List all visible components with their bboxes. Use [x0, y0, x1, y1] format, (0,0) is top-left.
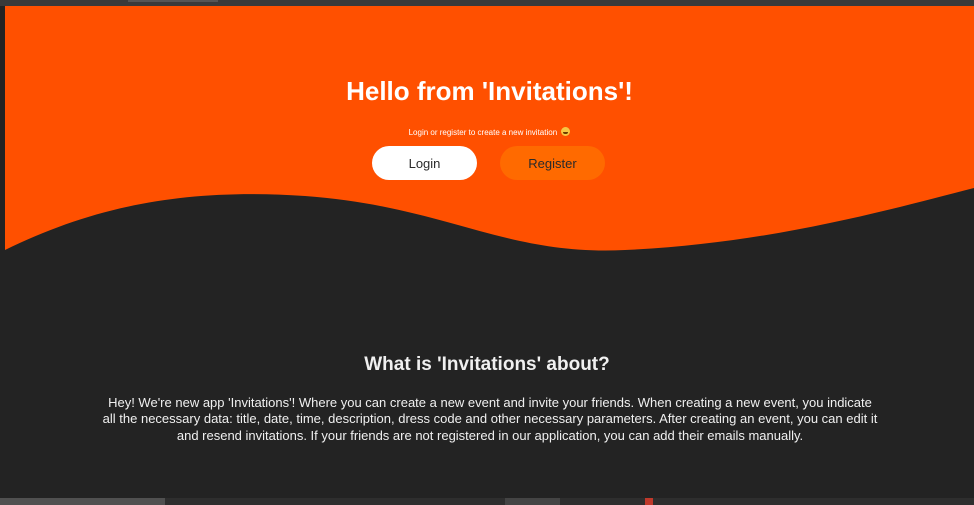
about-description: Hey! We're new app 'Invitations'! Where …	[102, 395, 878, 443]
grinning-face-icon	[561, 127, 571, 136]
hero-section: Hello from 'Invitations'! Login or regis…	[5, 6, 974, 256]
page-title: Hello from 'Invitations'!	[346, 76, 633, 106]
hero-subtitle: Login or register to create a new invita…	[5, 127, 974, 137]
taskbar-segment	[645, 498, 653, 505]
taskbar-segment	[505, 498, 560, 505]
register-button[interactable]: Register	[500, 146, 605, 180]
hero-subtitle-text: Login or register to create a new invita…	[408, 128, 558, 137]
browser-tab-stub	[128, 0, 218, 2]
os-taskbar	[0, 498, 974, 505]
login-button[interactable]: Login	[372, 146, 477, 180]
taskbar-segment	[0, 498, 165, 505]
about-heading: What is 'Invitations' about?	[364, 354, 610, 375]
